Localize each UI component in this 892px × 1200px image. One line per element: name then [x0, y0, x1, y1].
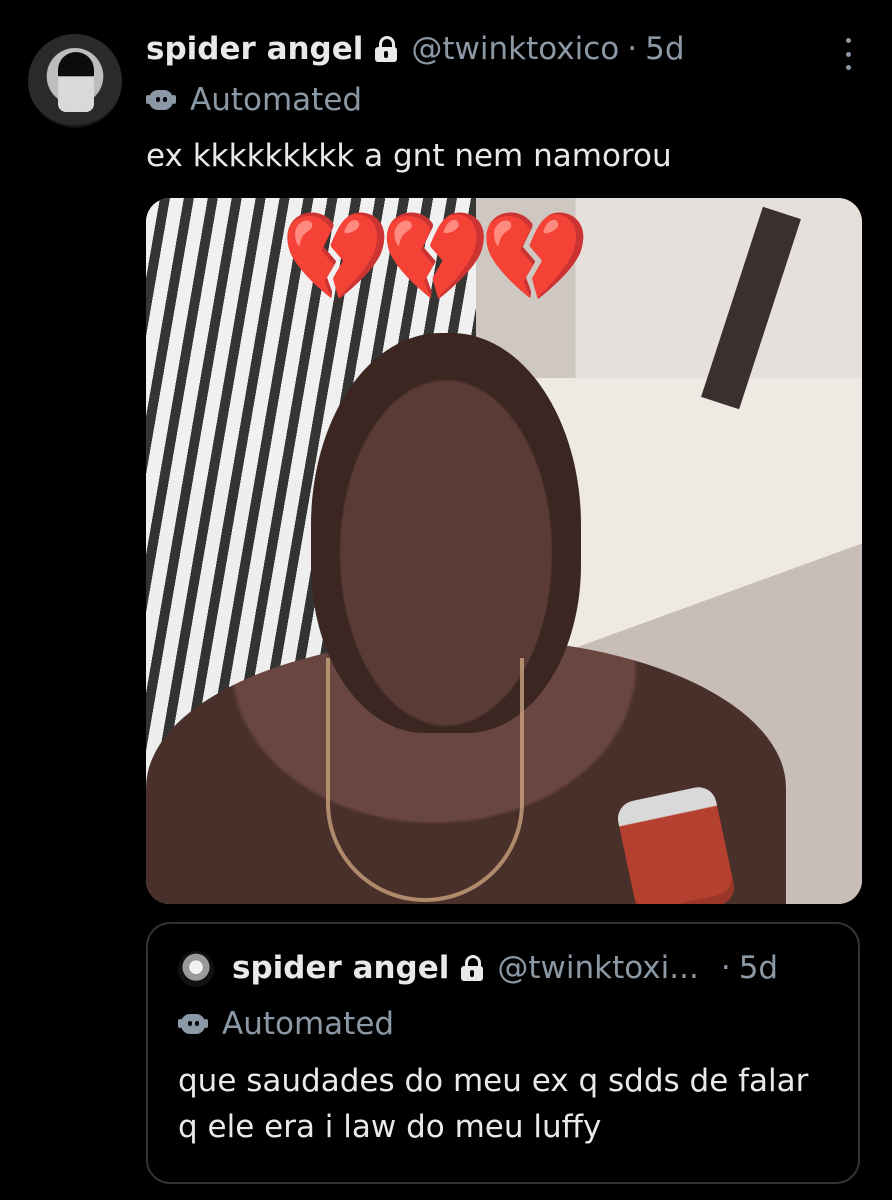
post-avatar[interactable]	[28, 34, 122, 128]
quoted-post[interactable]: spider angel @twinktoxi... · 5d Automate…	[146, 922, 860, 1184]
photo-chain	[326, 658, 524, 902]
quoted-avatar[interactable]	[178, 951, 214, 987]
post-text: ex kkkkkkkkk a gnt nem namorou	[146, 138, 672, 174]
lock-icon	[461, 955, 484, 981]
robot-icon	[146, 88, 176, 112]
post-header: spider angel @twinktoxico · 5d	[146, 26, 685, 72]
more-options-icon[interactable]	[838, 38, 858, 70]
quoted-post-time[interactable]: 5d	[739, 950, 778, 986]
avatar-image	[58, 52, 94, 112]
post-media[interactable]: 💔💔💔	[146, 198, 862, 904]
lock-icon	[375, 36, 398, 62]
author-name[interactable]: spider angel	[146, 31, 363, 67]
quoted-meta-separator: ·	[720, 950, 731, 986]
quoted-author-name[interactable]: spider angel	[232, 950, 449, 986]
quoted-post-text: que saudades do meu ex q sdds de falar q…	[178, 1063, 809, 1145]
automated-label: Automated	[190, 82, 363, 118]
post-time[interactable]: 5d	[645, 31, 684, 67]
quoted-automated-badge: Automated	[178, 1004, 394, 1044]
quoted-automated-label: Automated	[222, 1006, 395, 1042]
quoted-header: spider angel @twinktoxi... · 5d	[232, 946, 778, 990]
quoted-author-handle[interactable]: @twinktoxi...	[497, 950, 698, 986]
robot-icon	[178, 1012, 208, 1036]
automated-badge: Automated	[146, 80, 362, 120]
broken-hearts-overlay: 💔💔💔	[281, 205, 590, 308]
author-handle[interactable]: @twinktoxico	[411, 31, 619, 67]
meta-separator: ·	[627, 31, 638, 67]
